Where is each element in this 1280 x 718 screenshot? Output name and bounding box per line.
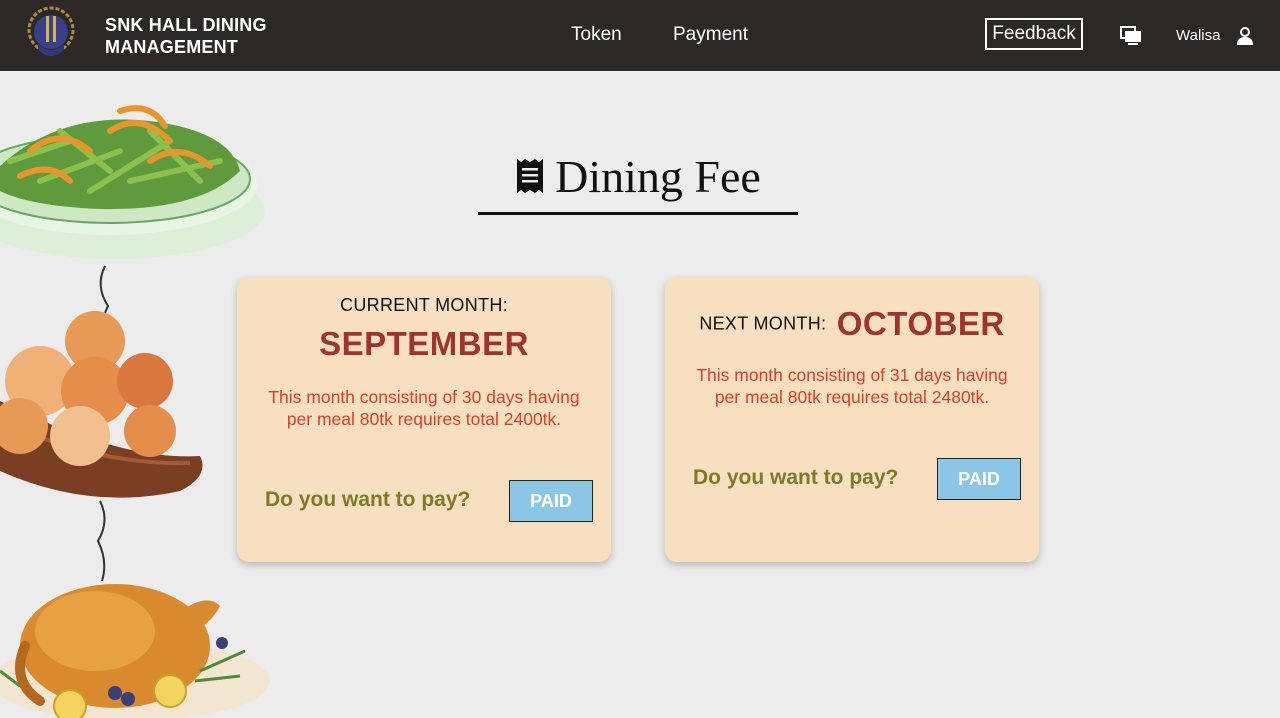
next-month-description: This month consisting of 31 days having … <box>696 365 1008 407</box>
next-month-label: NEXT MONTH: <box>699 313 827 334</box>
current-month-card: CURRENT MONTH: SEPTEMBER This month cons… <box>237 277 611 562</box>
receipt-icon <box>517 159 544 193</box>
current-month-name: SEPTEMBER <box>319 325 529 362</box>
page-title: Dining Fee <box>478 140 798 215</box>
current-month-pay-question: Do you want to pay? <box>265 488 471 511</box>
next-month-name: OCTOBER <box>836 305 1005 342</box>
current-month-label: CURRENT MONTH: <box>340 295 508 315</box>
next-month-paid-button[interactable]: PAID <box>937 458 1021 500</box>
monitor-icon[interactable] <box>1120 26 1142 46</box>
next-month-card: NEXT MONTH: OCTOBER This month consistin… <box>665 277 1039 562</box>
top-navbar: SNK HALL DINING MANAGEMENT Token Payment… <box>0 0 1280 71</box>
brand-line-2: MANAGEMENT <box>105 37 238 57</box>
current-month-paid-button[interactable]: PAID <box>509 480 593 522</box>
current-month-description: This month consisting of 30 days having … <box>268 387 580 429</box>
user-icon[interactable] <box>1235 26 1255 46</box>
nav-payment[interactable]: Payment <box>673 24 748 46</box>
nav-token[interactable]: Token <box>571 24 622 46</box>
page-title-text: Dining Fee <box>555 150 761 202</box>
feedback-button[interactable]: Feedback <box>985 18 1083 50</box>
brand-title[interactable]: SNK HALL DINING MANAGEMENT <box>105 14 267 58</box>
next-month-pay-question: Do you want to pay? <box>693 466 899 489</box>
hall-logo[interactable] <box>26 4 76 64</box>
username[interactable]: Walisa <box>1176 27 1220 44</box>
next-month-header: NEXT MONTH: OCTOBER <box>665 305 1039 343</box>
brand-line-1: SNK HALL DINING <box>105 15 267 35</box>
